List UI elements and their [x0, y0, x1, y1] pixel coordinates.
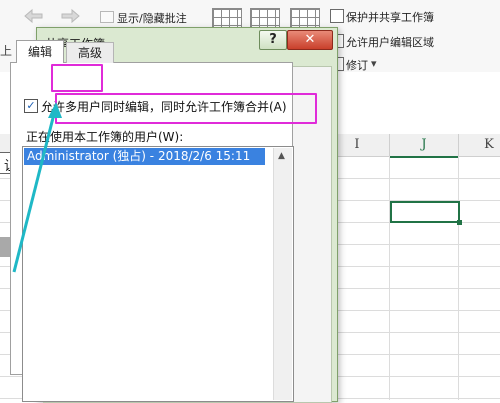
pointer-arrow — [12, 102, 62, 273]
arrow-head-icon — [48, 102, 62, 118]
arrow-line — [12, 109, 57, 273]
